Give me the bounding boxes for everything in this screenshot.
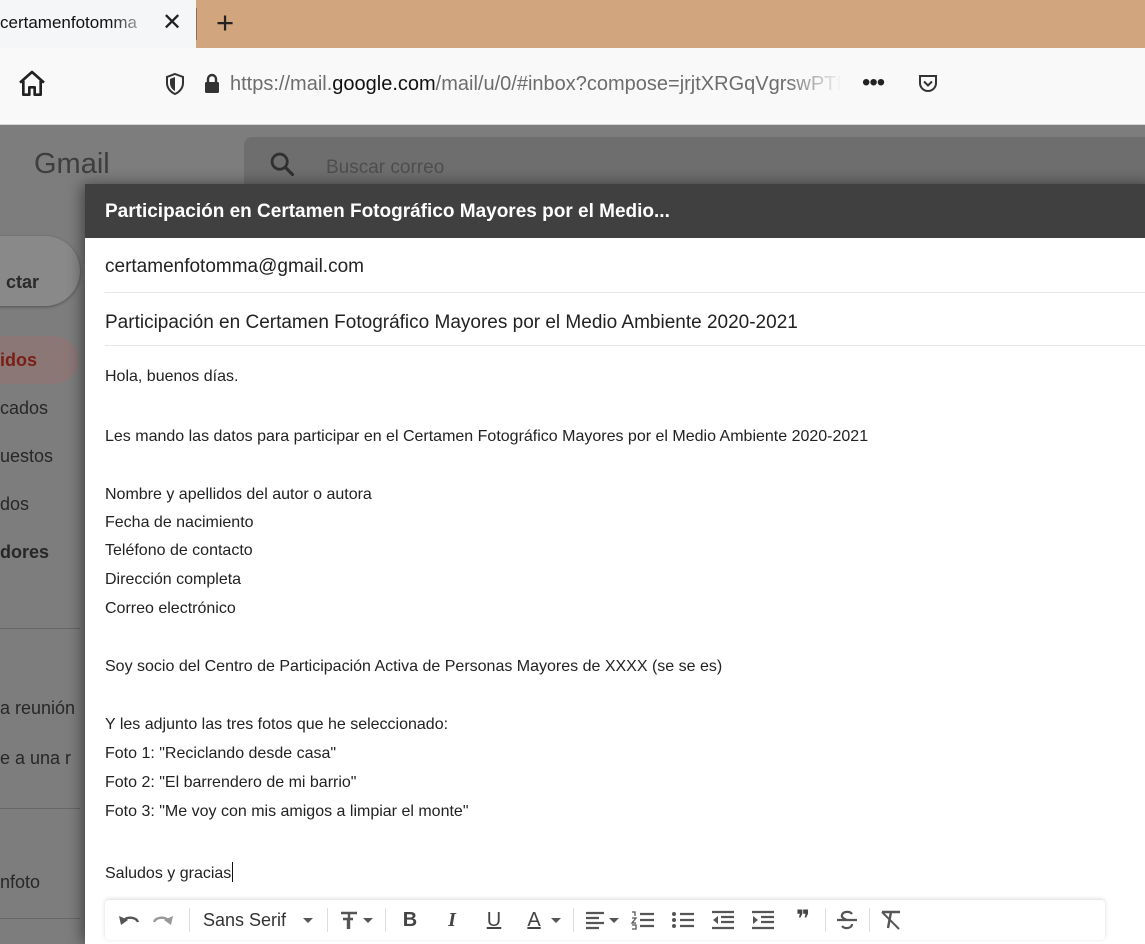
search-icon[interactable] — [268, 150, 296, 178]
body-line[interactable]: Foto 2: "El barrendero de mi barrio" — [105, 774, 1135, 792]
bulleted-list-icon[interactable] — [669, 907, 697, 933]
body-line[interactable]: Hola, buenos días. — [105, 368, 1135, 386]
sidebar-item-inbox[interactable]: idos — [0, 350, 78, 371]
bold-button[interactable]: B — [395, 907, 425, 933]
meet-new-meeting[interactable]: a reunión — [0, 698, 78, 719]
home-icon[interactable] — [16, 68, 48, 100]
tab-strip: certamenfotomma ✕ + — [0, 0, 1145, 48]
body-line[interactable]: Correo electrónico — [105, 600, 1135, 618]
address-bar[interactable]: https://mail.google.com/mail/u/0/#inbox?… — [146, 60, 1145, 110]
redo-icon[interactable] — [149, 907, 177, 933]
formatting-toolbar: Sans Serif B I U A ❞ — [105, 900, 1105, 940]
chevron-down-icon[interactable] — [549, 907, 563, 933]
meet-join-meeting[interactable]: e a una r — [0, 748, 78, 769]
pocket-icon[interactable] — [916, 72, 940, 96]
subject-field[interactable]: Participación en Certamen Fotográfico Ma… — [105, 312, 798, 334]
sidebar-divider — [0, 628, 80, 629]
navigation-bar: https://mail.google.com/mail/u/0/#inbox?… — [0, 48, 1145, 125]
new-tab-icon[interactable]: + — [208, 6, 242, 40]
indent-more-icon[interactable] — [749, 907, 777, 933]
field-divider — [105, 292, 1145, 293]
strikethrough-icon[interactable] — [833, 907, 861, 933]
body-line[interactable]: Dirección completa — [105, 571, 1135, 589]
compose-button[interactable] — [0, 236, 80, 306]
tab-divider — [196, 8, 197, 40]
font-family-select[interactable]: Sans Serif — [203, 907, 299, 933]
url-text[interactable]: https://mail.google.com/mail/u/0/#inbox?… — [230, 73, 840, 96]
body-line-last[interactable]: Saludos y gracias — [105, 862, 1135, 883]
body-line[interactable]: Les mando las datos para participar en e… — [105, 428, 1135, 446]
text-cursor — [232, 862, 234, 882]
italic-button[interactable]: I — [437, 907, 467, 933]
underline-button[interactable]: U — [479, 907, 509, 933]
body-line[interactable]: Teléfono de contacto — [105, 542, 1135, 560]
compose-button-label: ctar — [6, 272, 40, 292]
sidebar-item-starred[interactable]: cados — [0, 398, 78, 419]
text-color-button[interactable]: A — [519, 907, 549, 933]
compose-window: Participación en Certamen Fotográfico Ma… — [85, 184, 1145, 944]
chevron-down-icon[interactable] — [301, 907, 315, 933]
compose-header[interactable]: Participación en Certamen Fotográfico Ma… — [85, 184, 1145, 238]
align-icon[interactable] — [583, 907, 623, 933]
recipient-field[interactable]: certamenfotomma@gmail.com — [105, 256, 364, 278]
sidebar-item-snoozed[interactable]: uestos — [0, 446, 78, 467]
tab-close-icon[interactable]: ✕ — [158, 8, 186, 38]
text-size-icon[interactable] — [337, 907, 377, 933]
tracking-protection-icon[interactable] — [164, 72, 186, 96]
search-placeholder: Buscar correo — [326, 157, 445, 178]
sidebar-divider — [0, 918, 80, 919]
gmail-logo[interactable]: Gmail — [34, 148, 110, 181]
sidebar-item-sent[interactable]: dos — [0, 494, 78, 515]
body-line[interactable]: Y les adjunto las tres fotos que he sele… — [105, 716, 1135, 734]
body-line[interactable]: Soy socio del Centro de Participación Ac… — [105, 658, 1135, 676]
undo-icon[interactable] — [115, 907, 143, 933]
lock-icon[interactable] — [202, 72, 222, 96]
page-actions-menu-icon[interactable]: ••• — [862, 69, 885, 97]
body-line[interactable]: Foto 3: "Me voy con mis amigos a limpiar… — [105, 803, 1135, 821]
indent-less-icon[interactable] — [709, 907, 737, 933]
sidebar-item-drafts[interactable]: dores — [0, 542, 78, 563]
browser-tab-active[interactable]: certamenfotomma ✕ — [0, 0, 196, 48]
body-line[interactable]: Foto 1: "Reciclando desde casa" — [105, 745, 1135, 763]
numbered-list-icon[interactable] — [629, 907, 657, 933]
body-line[interactable]: Fecha de nacimiento — [105, 514, 1135, 532]
compose-title: Participación en Certamen Fotográfico Ma… — [105, 201, 670, 222]
hangouts-user[interactable]: nfoto — [0, 872, 78, 893]
sidebar-divider — [0, 808, 80, 809]
field-divider — [105, 345, 1145, 346]
body-line[interactable]: Nombre y apellidos del autor o autora — [105, 486, 1135, 504]
remove-formatting-icon[interactable] — [877, 907, 905, 933]
quote-icon[interactable]: ❞ — [789, 907, 817, 933]
